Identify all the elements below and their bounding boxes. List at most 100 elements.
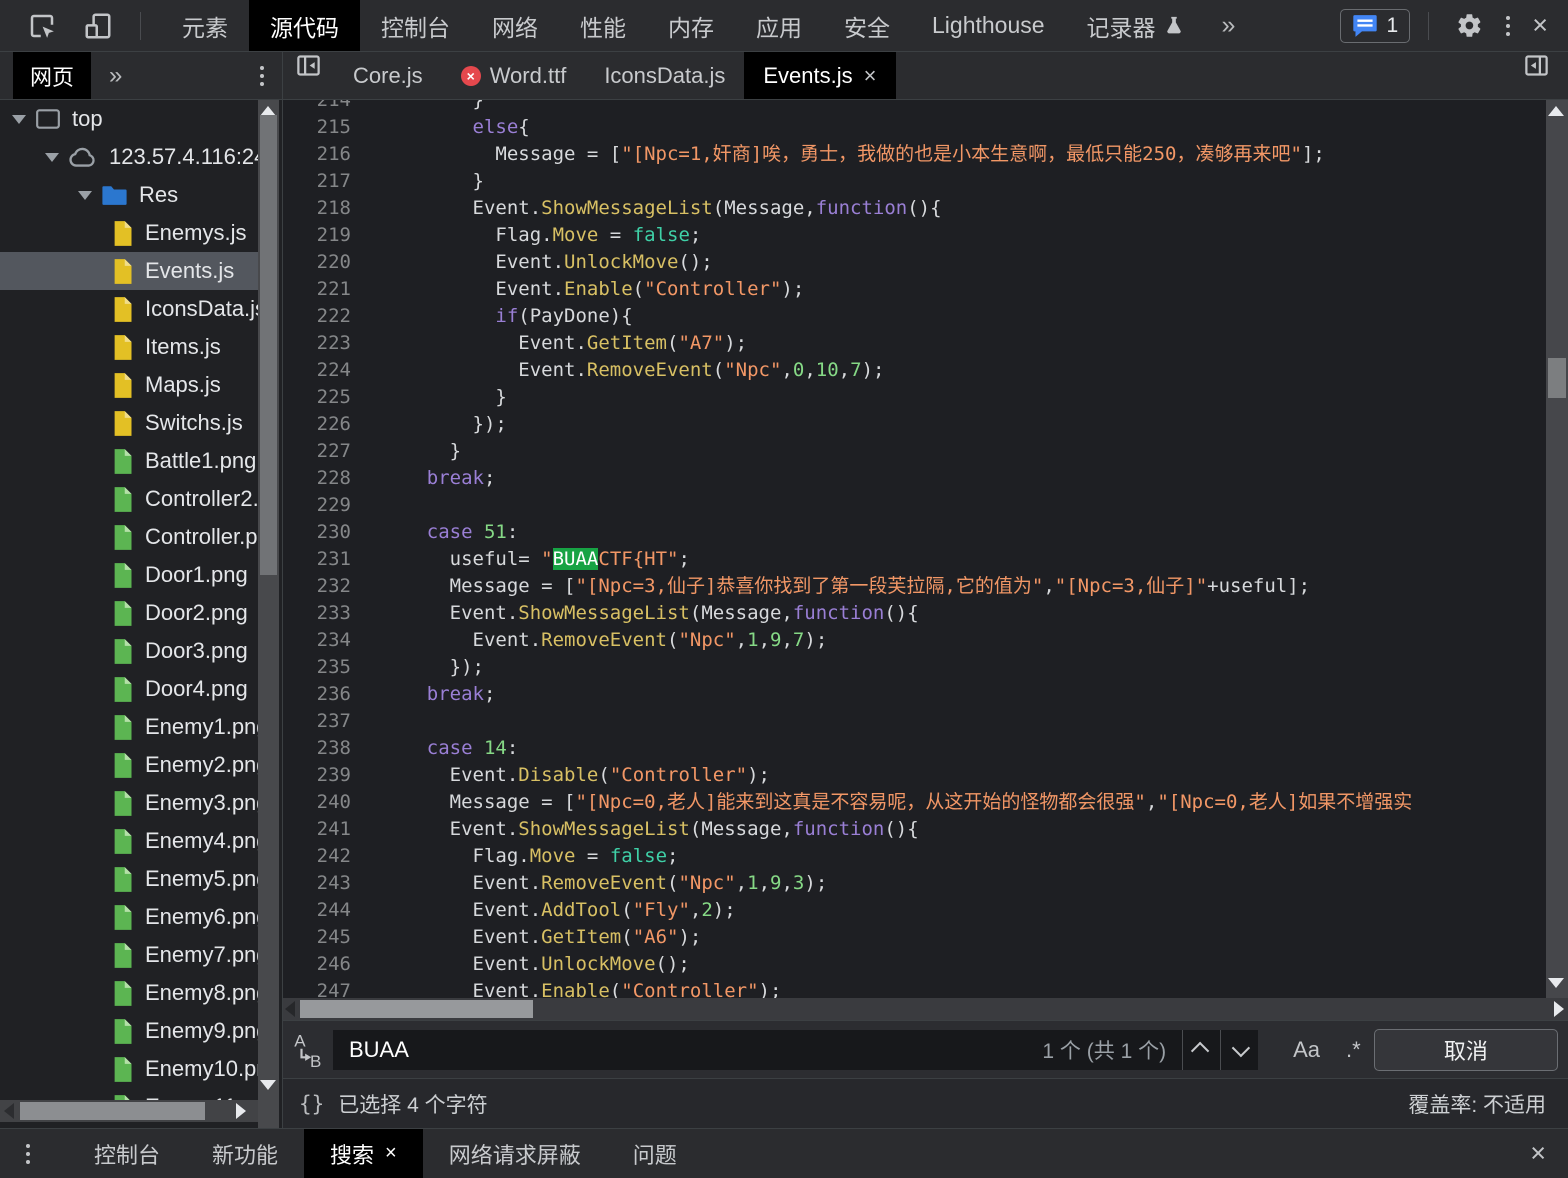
match-case-toggle[interactable]: Aa — [1280, 1037, 1333, 1063]
drawer-tab-问题[interactable]: 问题 — [607, 1129, 703, 1178]
code-line-245[interactable]: 245 Event.GetItem("A6"); — [283, 924, 1568, 951]
panel-tab-性能[interactable]: 性能 — [559, 0, 647, 51]
line-number[interactable]: 229 — [283, 492, 365, 519]
line-number[interactable]: 246 — [283, 951, 365, 978]
code-line-222[interactable]: 222 if(PayDone){ — [283, 303, 1568, 330]
code-line-221[interactable]: 221 Event.Enable("Controller"); — [283, 276, 1568, 303]
line-number[interactable]: 215 — [283, 114, 365, 141]
code-line-238[interactable]: 238 case 14: — [283, 735, 1568, 762]
close-devtools-icon[interactable]: × — [1520, 12, 1560, 39]
code-line-239[interactable]: 239 Event.Disable("Controller"); — [283, 762, 1568, 789]
line-number[interactable]: 241 — [283, 816, 365, 843]
panel-tab-网络[interactable]: 网络 — [471, 0, 559, 51]
more-navigator-tabs-button[interactable]: » — [109, 62, 122, 90]
code-line-223[interactable]: 223 Event.GetItem("A7"); — [283, 330, 1568, 357]
collapse-navigator-icon[interactable] — [283, 52, 334, 99]
tree-item-Door3.png[interactable]: Door3.png — [0, 632, 258, 670]
panel-tab-记录器[interactable]: 记录器 — [1066, 0, 1206, 51]
code-line-233[interactable]: 233 Event.ShowMessageList(Message,functi… — [283, 600, 1568, 627]
line-number[interactable]: 243 — [283, 870, 365, 897]
code-line-235[interactable]: 235 }); — [283, 654, 1568, 681]
show-sidebar-icon[interactable] — [1511, 52, 1562, 99]
line-number[interactable]: 225 — [283, 384, 365, 411]
line-number[interactable]: 242 — [283, 843, 365, 870]
code-line-246[interactable]: 246 Event.UnlockMove(); — [283, 951, 1568, 978]
device-toolbar-icon[interactable] — [70, 11, 126, 41]
drawer-menu-icon[interactable] — [16, 1138, 40, 1170]
line-number[interactable]: 235 — [283, 654, 365, 681]
line-number[interactable]: 224 — [283, 357, 365, 384]
code-line-244[interactable]: 244 Event.AddTool("Fly",2); — [283, 897, 1568, 924]
tree-item-Items.js[interactable]: Items.js — [0, 328, 258, 366]
tree-item-Enemy6.png[interactable]: Enemy6.png — [0, 898, 258, 936]
drawer-tab-网络请求屏蔽[interactable]: 网络请求屏蔽 — [423, 1129, 607, 1178]
expander-icon[interactable] — [45, 153, 59, 162]
tree-item-Enemy8.png[interactable]: Enemy8.png — [0, 974, 258, 1012]
previous-match-button[interactable] — [1182, 1030, 1220, 1070]
tree-item-Battle1.png[interactable]: Battle1.png — [0, 442, 258, 480]
panel-tab-应用[interactable]: 应用 — [735, 0, 823, 51]
tree-item-Enemy4.png[interactable]: Enemy4.png — [0, 822, 258, 860]
line-number[interactable]: 230 — [283, 519, 365, 546]
tree-item-Door4.png[interactable]: Door4.png — [0, 670, 258, 708]
code-line-241[interactable]: 241 Event.ShowMessageList(Message,functi… — [283, 816, 1568, 843]
line-number[interactable]: 240 — [283, 789, 365, 816]
code-line-224[interactable]: 224 Event.RemoveEvent("Npc",0,10,7); — [283, 357, 1568, 384]
tree-item-Enemy9.png[interactable]: Enemy9.png — [0, 1012, 258, 1050]
tree-item-Enemy7.png[interactable]: Enemy7.png — [0, 936, 258, 974]
tree-item-Enemy3.png[interactable]: Enemy3.png — [0, 784, 258, 822]
expander-icon[interactable] — [78, 191, 92, 200]
tree-item-Controller2.p[interactable]: Controller2.p — [0, 480, 258, 518]
line-number[interactable]: 232 — [283, 573, 365, 600]
code-line-218[interactable]: 218 Event.ShowMessageList(Message,functi… — [283, 195, 1568, 222]
code-line-230[interactable]: 230 case 51: — [283, 519, 1568, 546]
tree-vertical-scrollbar[interactable] — [258, 100, 279, 1128]
editor-scrollbar-thumb[interactable] — [1548, 358, 1566, 398]
panel-tab-控制台[interactable]: 控制台 — [360, 0, 471, 51]
line-number[interactable]: 222 — [283, 303, 365, 330]
line-number[interactable]: 245 — [283, 924, 365, 951]
close-tab-icon[interactable]: × — [864, 63, 877, 89]
line-number[interactable]: 236 — [283, 681, 365, 708]
line-number[interactable]: 244 — [283, 897, 365, 924]
editor-horizontal-scrollbar[interactable] — [283, 998, 1568, 1020]
panel-tab-Lighthouse[interactable]: Lighthouse — [911, 0, 1066, 51]
drawer-tab-新功能[interactable]: 新功能 — [186, 1129, 304, 1178]
line-number[interactable]: 226 — [283, 411, 365, 438]
file-tab-Word.ttf[interactable]: ×Word.ttf — [442, 52, 586, 99]
tree-item-Enemys.js[interactable]: Enemys.js — [0, 214, 258, 252]
tree-item-123.57.4.116:242[interactable]: 123.57.4.116:242 — [0, 138, 258, 176]
line-number[interactable]: 234 — [283, 627, 365, 654]
close-drawer-icon[interactable]: × — [1518, 1140, 1558, 1167]
line-number[interactable]: 247 — [283, 978, 365, 998]
navigator-tab-page[interactable]: 网页 — [13, 52, 91, 99]
navigator-menu-icon[interactable] — [250, 60, 274, 92]
code-line-231[interactable]: 231 useful= "BUAACTF{HT"; — [283, 546, 1568, 573]
pretty-print-icon[interactable]: {} — [283, 1092, 338, 1116]
file-tab-Core.js[interactable]: Core.js — [334, 52, 442, 99]
tree-item-Res[interactable]: Res — [0, 176, 258, 214]
code-line-215[interactable]: 215 else{ — [283, 114, 1568, 141]
line-number[interactable]: 223 — [283, 330, 365, 357]
regex-toggle[interactable]: .* — [1333, 1037, 1374, 1063]
tree-item-Door1.png[interactable]: Door1.png — [0, 556, 258, 594]
tree-item-Controller.p[interactable]: Controller.p — [0, 518, 258, 556]
code-line-247[interactable]: 247 Event.Enable("Controller"); — [283, 978, 1568, 998]
cancel-button[interactable]: 取消 — [1374, 1029, 1558, 1071]
inspect-element-icon[interactable] — [14, 11, 70, 41]
panel-tab-源代码[interactable]: 源代码 — [249, 0, 360, 51]
line-number[interactable]: 227 — [283, 438, 365, 465]
tree-hscrollbar-thumb[interactable] — [20, 1102, 205, 1120]
code-line-228[interactable]: 228 break; — [283, 465, 1568, 492]
tree-item-Door2.png[interactable]: Door2.png — [0, 594, 258, 632]
code-line-225[interactable]: 225 } — [283, 384, 1568, 411]
line-number[interactable]: 216 — [283, 141, 365, 168]
line-number[interactable]: 214 — [283, 100, 365, 114]
code-line-227[interactable]: 227 } — [283, 438, 1568, 465]
next-match-button[interactable] — [1220, 1030, 1258, 1070]
tree-item-top[interactable]: top — [0, 100, 258, 138]
panel-tab-内存[interactable]: 内存 — [647, 0, 735, 51]
code-line-236[interactable]: 236 break; — [283, 681, 1568, 708]
code-line-240[interactable]: 240 Message = ["[Npc=0,老人]能来到这真是不容易呢，从这开… — [283, 789, 1568, 816]
settings-gear-icon[interactable] — [1443, 12, 1496, 39]
